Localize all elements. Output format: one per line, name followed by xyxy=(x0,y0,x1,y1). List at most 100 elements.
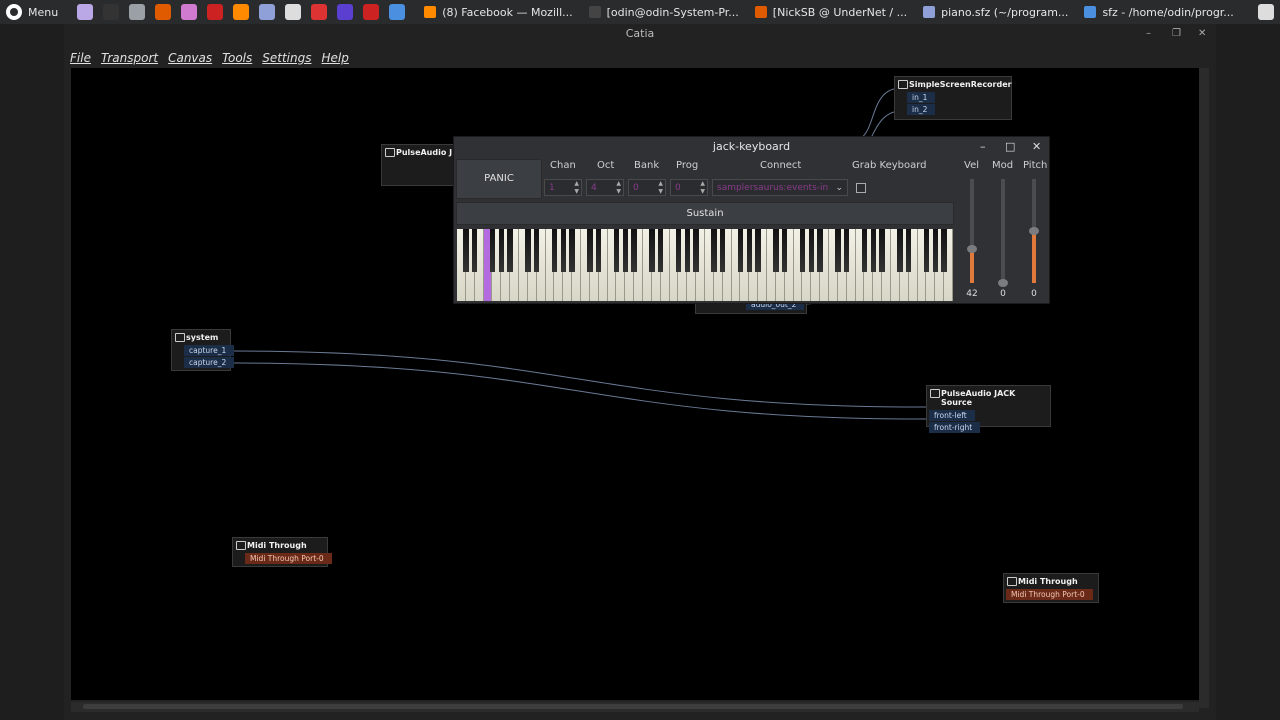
client-box-pulseaudio-source[interactable]: PulseAudio JACK Source front-left front-… xyxy=(926,385,1051,433)
client-box-system[interactable]: system capture_1 capture_2 xyxy=(171,329,235,371)
task-button[interactable]: sfz - /home/odin/progr... xyxy=(1076,0,1241,24)
black-key[interactable] xyxy=(684,229,690,272)
task-button[interactable]: piano.sfz (~/program... xyxy=(915,0,1076,24)
jack-keyboard-titlebar[interactable]: jack-keyboard – □ ✕ xyxy=(454,137,1049,156)
grab-keyboard-checkbox[interactable] xyxy=(856,183,866,193)
minimize-icon[interactable]: – xyxy=(1146,24,1151,44)
player-icon[interactable] xyxy=(337,4,354,20)
black-key[interactable] xyxy=(525,229,531,272)
black-key[interactable] xyxy=(844,229,850,272)
black-key[interactable] xyxy=(861,229,868,272)
black-key[interactable] xyxy=(534,229,540,272)
client-box-simplescreenrecorder[interactable]: SimpleScreenRecorder in_1 in_2 xyxy=(894,76,1012,120)
jack-icon[interactable] xyxy=(311,4,328,20)
black-key[interactable] xyxy=(773,229,779,272)
port-capture-2[interactable]: capture_2 xyxy=(184,357,235,368)
notes-icon[interactable] xyxy=(259,4,276,20)
black-key[interactable] xyxy=(489,229,496,272)
black-key[interactable] xyxy=(463,229,469,272)
black-key[interactable] xyxy=(870,229,876,272)
port-front-left[interactable]: front-left xyxy=(929,410,975,421)
ardour-icon[interactable] xyxy=(207,4,224,20)
files-icon[interactable] xyxy=(77,4,94,20)
black-key[interactable] xyxy=(560,229,566,272)
menu-file[interactable]: File xyxy=(70,51,91,65)
black-key[interactable] xyxy=(835,229,841,272)
client-box-midi-through-2[interactable]: Midi Through Midi Through Port-0 xyxy=(1003,573,1099,603)
black-key[interactable] xyxy=(808,229,814,272)
black-key[interactable] xyxy=(569,229,575,272)
maximize-icon[interactable]: □ xyxy=(1005,137,1015,156)
port-midi-through-0[interactable]: Midi Through Port-0 xyxy=(245,553,332,564)
mod-slider-handle[interactable] xyxy=(998,279,1008,287)
chan-spinbox[interactable]: 1 ▲ ▼ xyxy=(544,179,582,196)
black-key[interactable] xyxy=(622,229,628,272)
black-key[interactable] xyxy=(879,229,885,272)
task-button[interactable]: [NickSB @ UnderNet / ... xyxy=(747,0,915,24)
black-key[interactable] xyxy=(507,229,513,272)
terminal-icon[interactable] xyxy=(103,4,120,20)
spin-arrows-icon[interactable]: ▲ ▼ xyxy=(574,180,579,196)
horizontal-scrollbar[interactable] xyxy=(71,702,1199,712)
vel-slider[interactable] xyxy=(967,179,977,283)
black-key[interactable] xyxy=(472,229,478,272)
start-menu-button[interactable]: Menu xyxy=(0,0,66,24)
black-key[interactable] xyxy=(631,229,637,272)
spin-arrows-icon[interactable]: ▲ ▼ xyxy=(616,180,621,196)
client-box-midi-through[interactable]: Midi Through Midi Through Port-0 xyxy=(232,537,332,567)
bank-spinbox[interactable]: 0 ▲ ▼ xyxy=(628,179,666,196)
port-front-right[interactable]: front-right xyxy=(929,422,981,433)
black-key[interactable] xyxy=(693,229,699,272)
task-button[interactable]: (8) Facebook — Mozill... xyxy=(416,0,580,24)
black-key[interactable] xyxy=(817,229,823,272)
menu-settings[interactable]: Settings xyxy=(262,51,311,65)
mod-slider[interactable] xyxy=(998,179,1008,287)
panic-button[interactable]: PANIC xyxy=(456,159,542,199)
black-key[interactable] xyxy=(613,229,620,272)
vertical-scrollbar[interactable] xyxy=(1199,68,1209,708)
restore-icon[interactable]: ❐ xyxy=(1172,24,1181,44)
black-key[interactable] xyxy=(675,229,682,272)
black-key[interactable] xyxy=(737,229,744,272)
piano-keyboard[interactable] xyxy=(457,229,953,301)
black-key[interactable] xyxy=(587,229,593,272)
menu-tools[interactable]: Tools xyxy=(222,51,252,65)
black-key[interactable] xyxy=(932,229,938,272)
black-key[interactable] xyxy=(941,229,947,272)
black-key[interactable] xyxy=(782,229,788,272)
black-key[interactable] xyxy=(658,229,664,272)
close-icon[interactable]: ✕ xyxy=(1032,137,1041,156)
scrollbar-thumb[interactable] xyxy=(83,704,1183,709)
black-key[interactable] xyxy=(923,229,930,272)
firefox-icon[interactable] xyxy=(233,4,250,20)
black-key[interactable] xyxy=(897,229,903,272)
pitch-slider[interactable] xyxy=(1029,179,1039,283)
spin-arrows-icon[interactable]: ▲ ▼ xyxy=(658,180,663,196)
client-box-pulseaudio-sink[interactable]: PulseAudio J xyxy=(381,144,463,186)
audacity-icon[interactable] xyxy=(155,4,172,20)
black-key[interactable] xyxy=(551,229,558,272)
sustain-button[interactable]: Sustain xyxy=(456,202,954,225)
port-capture-1[interactable]: capture_1 xyxy=(184,345,235,356)
camera-icon[interactable] xyxy=(389,4,406,20)
task-button[interactable]: [odin@odin-System-Pr... xyxy=(581,0,747,24)
black-key[interactable] xyxy=(498,229,504,272)
port-in-2[interactable]: in_2 xyxy=(907,104,936,115)
black-key[interactable] xyxy=(755,229,761,272)
pitch-slider-handle[interactable] xyxy=(1029,227,1039,235)
black-key[interactable] xyxy=(799,229,806,272)
black-key[interactable] xyxy=(906,229,912,272)
vel-slider-handle[interactable] xyxy=(967,244,977,253)
menu-help[interactable]: Help xyxy=(321,51,348,65)
port-in-1[interactable]: in_1 xyxy=(907,92,936,103)
close-icon[interactable]: ✕ xyxy=(1198,24,1206,44)
pdf-icon[interactable] xyxy=(363,4,380,20)
menu-transport[interactable]: Transport xyxy=(101,51,158,65)
app-icon[interactable] xyxy=(181,4,198,20)
window-titlebar[interactable]: Catia – ❐ ✕ xyxy=(64,24,1216,44)
black-key[interactable] xyxy=(720,229,726,272)
keyboard-icon[interactable] xyxy=(285,4,302,20)
black-key[interactable] xyxy=(649,229,655,272)
prog-spinbox[interactable]: 0 ▲ ▼ xyxy=(670,179,708,196)
settings-icon[interactable] xyxy=(129,4,146,20)
